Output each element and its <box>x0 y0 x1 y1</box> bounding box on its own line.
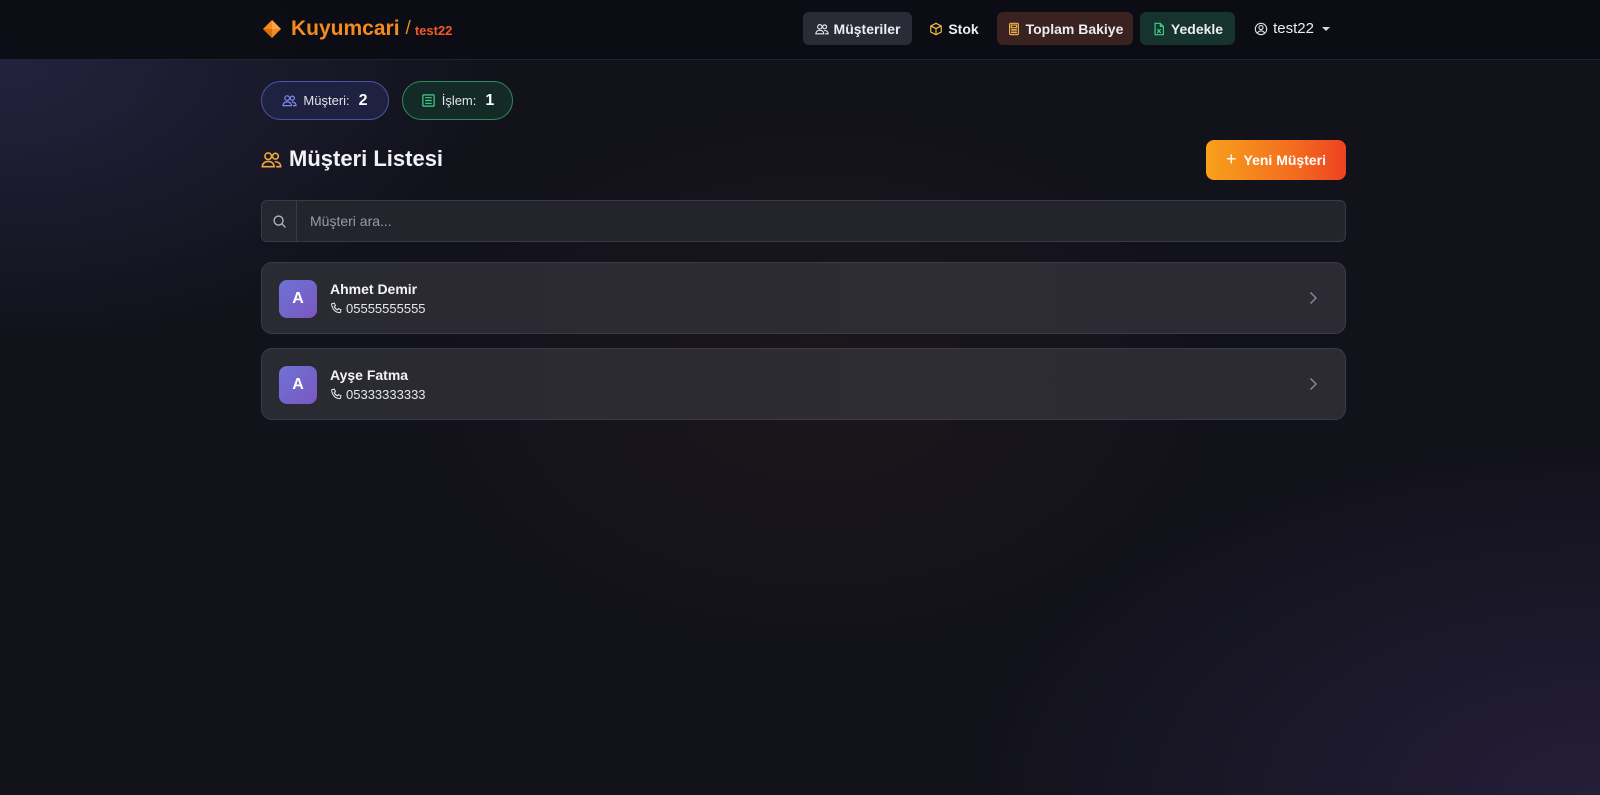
brand-title: Kuyumcari <box>291 17 400 40</box>
customer-phone: 05333333333 <box>330 387 426 402</box>
user-menu-label: test22 <box>1273 20 1314 37</box>
islem-count-label: İşlem: <box>441 93 477 108</box>
nav-toplam-bakiye-button[interactable]: Toplam Bakiye <box>997 12 1133 45</box>
phone-icon <box>331 302 342 314</box>
brand-username: test22 <box>414 22 453 38</box>
user-circle-icon <box>1254 22 1268 35</box>
islem-count-value: 1 <box>485 91 495 109</box>
phone-icon <box>331 388 342 400</box>
nav-stok-label: Stok <box>948 20 979 37</box>
customer-phone-number: 05333333333 <box>346 387 426 402</box>
excel-file-icon <box>1154 22 1164 35</box>
gem-icon <box>263 20 281 38</box>
chevron-right-icon <box>1310 292 1317 304</box>
customer-name: Ahmet Demir <box>330 281 418 297</box>
chevron-right-icon <box>1310 378 1317 390</box>
plus-icon: + <box>1226 149 1237 169</box>
page-title-text: Müşteri Listesi <box>289 146 444 171</box>
search-bar <box>261 200 1346 242</box>
nav-toplam-bakiye-label: Toplam Bakiye <box>1025 20 1124 37</box>
new-customer-label: Yeni Müşteri <box>1243 152 1326 168</box>
nav-musteriler-button[interactable]: Müşteriler <box>803 12 912 45</box>
brand-separator: / <box>405 18 411 39</box>
customer-phone-number: 05555555555 <box>346 301 426 316</box>
search-addon <box>262 201 297 241</box>
customer-card[interactable]: A Ayşe Fatma 05333333333 <box>261 348 1346 420</box>
avatar: A <box>279 366 317 404</box>
ledger-icon <box>421 94 435 107</box>
nav-stok-button[interactable]: Stok <box>922 12 986 45</box>
user-menu-dropdown[interactable]: test22 <box>1250 12 1334 45</box>
top-navbar: Kuyumcari / test22 Müşteriler Stok Topla… <box>0 0 1600 60</box>
calculator-icon <box>1008 22 1019 35</box>
search-icon <box>272 214 286 228</box>
people-icon <box>814 23 829 34</box>
brand[interactable]: Kuyumcari / test22 <box>262 17 452 41</box>
box-icon <box>930 22 943 35</box>
nav-musteriler-label: Müşteriler <box>833 20 901 37</box>
customer-name: Ayşe Fatma <box>330 367 409 383</box>
nav-yedekle-button[interactable]: Yedekle <box>1140 12 1235 45</box>
musteri-count-value: 2 <box>358 91 368 109</box>
page-title: Müşteri Listesi <box>261 146 443 172</box>
search-input[interactable] <box>297 201 1345 241</box>
new-customer-button[interactable]: + Yeni Müşteri <box>1206 140 1346 180</box>
islem-count-badge: İşlem: 1 <box>402 81 513 120</box>
customer-card[interactable]: A Ahmet Demir 05555555555 <box>261 262 1346 334</box>
people-icon <box>282 95 298 107</box>
musteri-count-badge: Müşteri: 2 <box>261 81 389 120</box>
nav-yedekle-label: Yedekle <box>1170 20 1224 37</box>
avatar: A <box>279 280 317 318</box>
people-icon <box>261 151 282 168</box>
customer-phone: 05555555555 <box>330 301 426 316</box>
musteri-count-label: Müşteri: <box>303 93 350 108</box>
caret-down-icon <box>1321 26 1330 31</box>
